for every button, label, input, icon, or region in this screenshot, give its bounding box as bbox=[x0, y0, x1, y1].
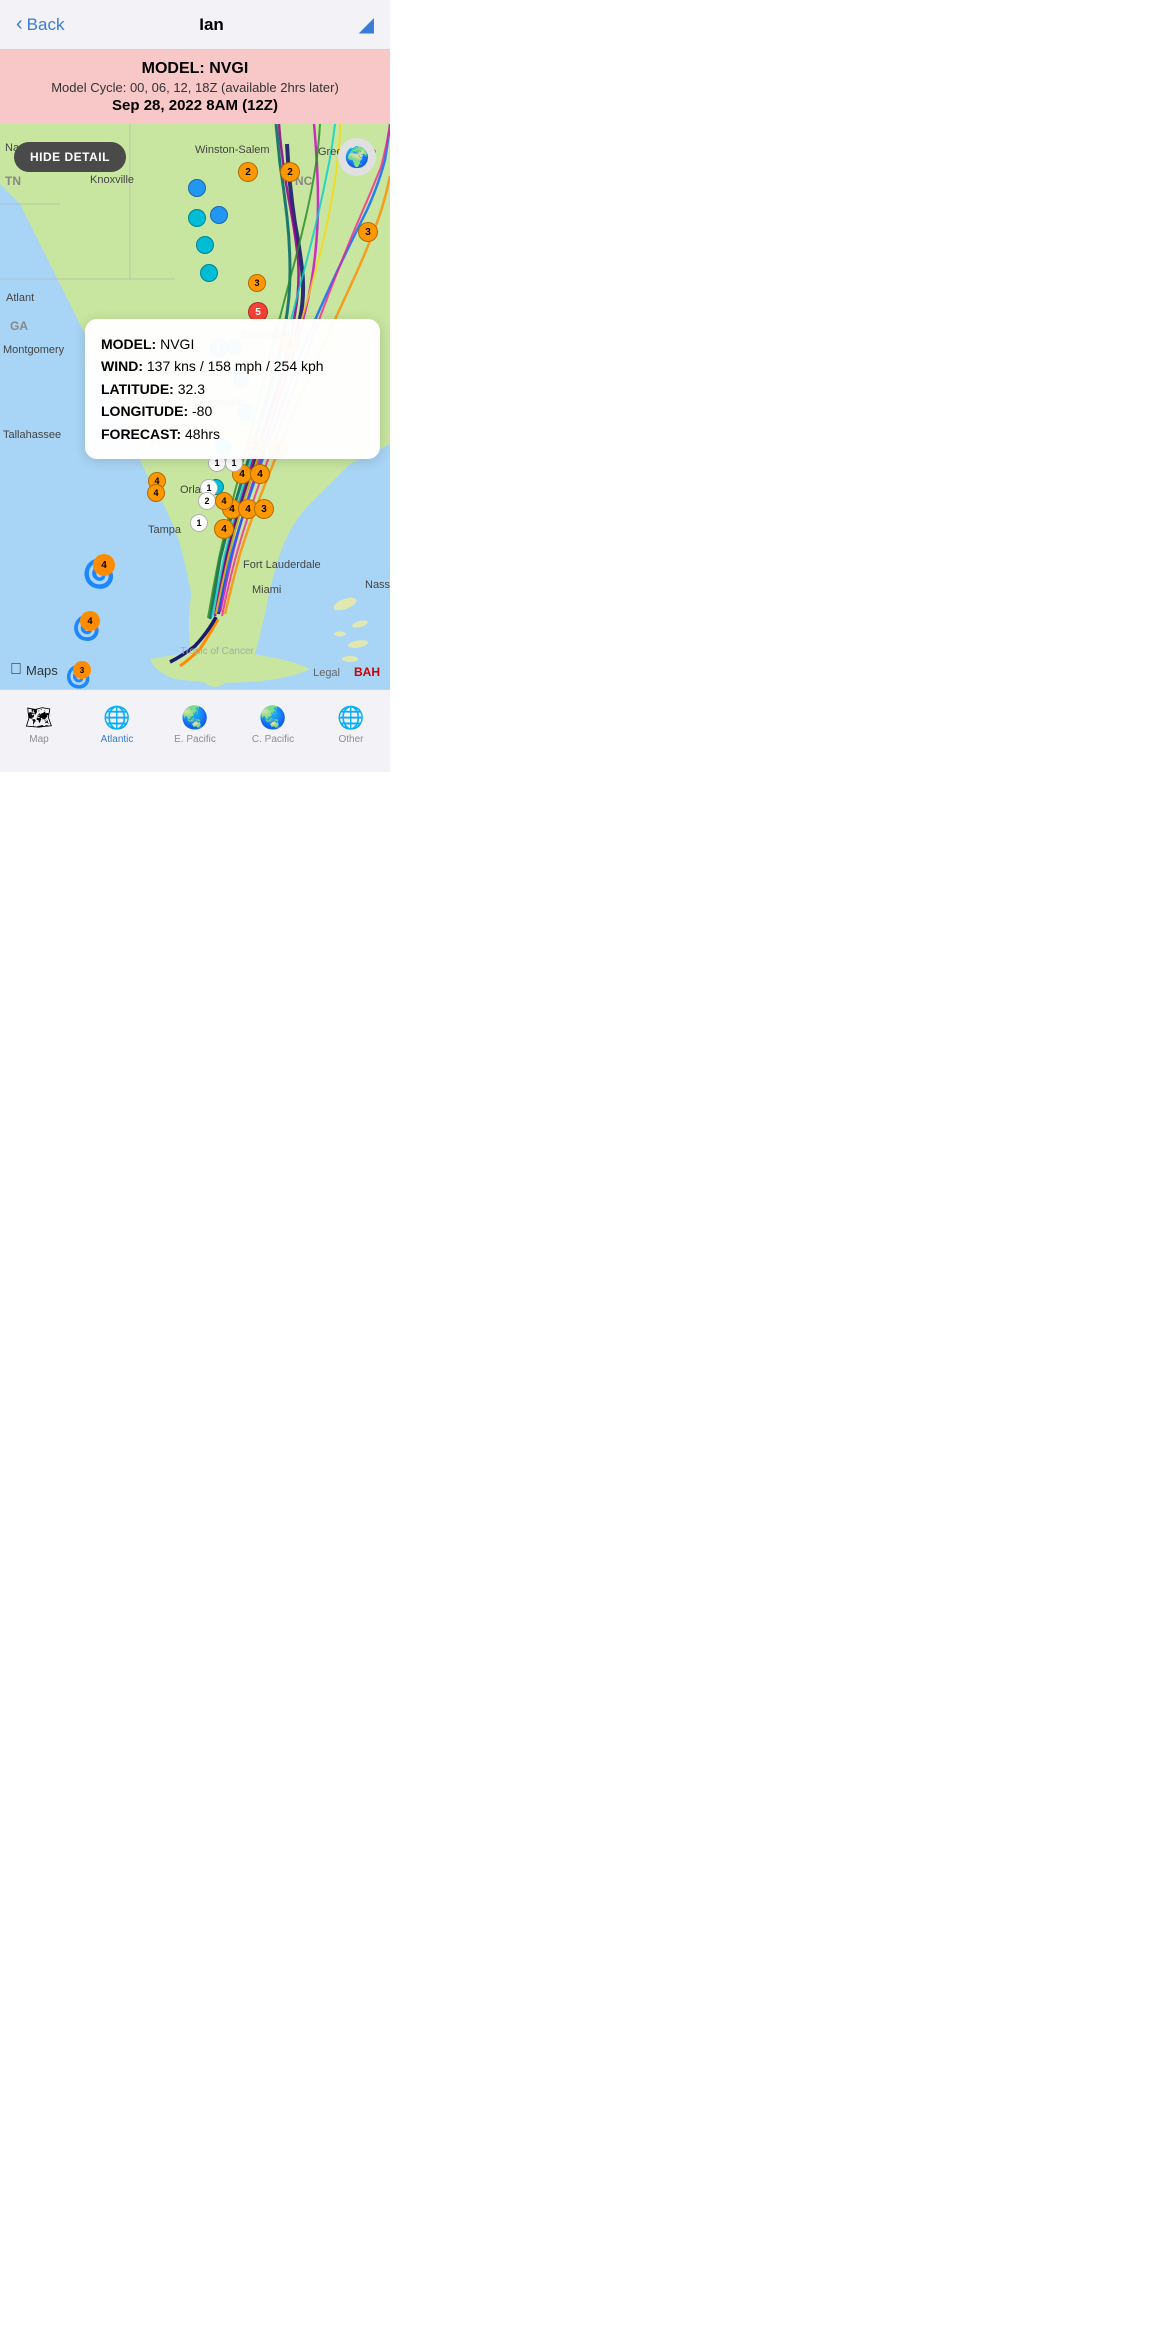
tab-other-label: Other bbox=[338, 734, 363, 745]
tab-cpacific-label: C. Pacific bbox=[252, 734, 294, 745]
info-popup: MODEL: NVGI WIND: 137 kns / 158 mph / 25… bbox=[85, 319, 380, 459]
tallahassee-label: Tallahassee bbox=[3, 429, 61, 441]
storm-marker[interactable] bbox=[200, 264, 218, 282]
hurricane-cat-4b[interactable]: 4 bbox=[80, 611, 100, 631]
marker-w2[interactable]: 2 bbox=[198, 492, 216, 510]
storm-marker-cat4b[interactable]: 4 bbox=[250, 464, 270, 484]
ga-label: GA bbox=[10, 319, 28, 333]
atlanta-label: Atlant bbox=[6, 292, 34, 304]
storm-marker-cat3[interactable]: 3 bbox=[358, 222, 378, 242]
storm-marker-blue2[interactable] bbox=[210, 206, 228, 224]
montgomery-label: Montgomery bbox=[3, 344, 64, 356]
winston-salem-label: Winston-Salem bbox=[195, 144, 270, 156]
marker-cat4-fl2[interactable]: 4 bbox=[147, 484, 165, 502]
back-button[interactable]: ‹ Back bbox=[16, 13, 64, 36]
maps-label: Maps bbox=[26, 663, 58, 678]
storm-marker-blue[interactable] bbox=[188, 179, 206, 197]
tab-atlantic-label: Atlantic bbox=[101, 734, 134, 745]
hurricane-cat-4[interactable]: 4 bbox=[93, 554, 115, 576]
apple-maps-logo:  Maps bbox=[10, 661, 58, 679]
popup-wind-value: 137 kns / 158 mph / 254 kph bbox=[147, 358, 324, 374]
globe-button[interactable]: 🌍 bbox=[338, 138, 376, 176]
storm-marker-cat4e[interactable]: 4 bbox=[214, 519, 234, 539]
filter-icon[interactable]: ◢ bbox=[359, 12, 374, 37]
atlantic-globe-icon: 🌐 bbox=[103, 705, 130, 731]
map-container[interactable]: Nashville Knoxville Winston-Salem Greens… bbox=[0, 124, 390, 689]
popup-latitude-value: 32.3 bbox=[178, 381, 205, 397]
legal-link[interactable]: Legal bbox=[313, 667, 340, 679]
storm-marker[interactable] bbox=[196, 236, 214, 254]
info-header: MODEL: NVGI Model Cycle: 00, 06, 12, 18Z… bbox=[0, 50, 390, 124]
marker-w1d[interactable]: 1 bbox=[190, 514, 208, 532]
tab-map-label: Map bbox=[29, 734, 48, 745]
storm-marker-cat2[interactable]: 2 bbox=[238, 162, 258, 182]
apple-logo-icon:  bbox=[10, 661, 22, 679]
knoxville-label: Knoxville bbox=[90, 174, 134, 186]
storm-marker[interactable] bbox=[188, 209, 206, 227]
tn-label: TN bbox=[5, 174, 21, 188]
hide-detail-button[interactable]: HIDE DETAIL bbox=[14, 142, 126, 172]
tab-other[interactable]: 🌐 Other bbox=[312, 690, 390, 752]
back-label: Back bbox=[27, 15, 65, 35]
hurricane-cat-3[interactable]: 3 bbox=[73, 661, 91, 679]
storm-marker-cat3d[interactable]: 3 bbox=[254, 499, 274, 519]
cpacific-globe-icon: 🌏 bbox=[259, 705, 286, 731]
globe-icon: 🌍 bbox=[345, 145, 370, 170]
model-cycle: Model Cycle: 00, 06, 12, 18Z (available … bbox=[16, 80, 374, 95]
popup-wind-label: WIND: bbox=[101, 358, 143, 374]
marker-small-3[interactable]: 3 bbox=[248, 274, 266, 292]
tab-epacific[interactable]: 🌏 E. Pacific bbox=[156, 690, 234, 752]
map-icon: 🗺 bbox=[25, 705, 53, 731]
marker-o4[interactable]: 4 bbox=[215, 492, 233, 510]
navigation-bar: ‹ Back Ian ◢ bbox=[0, 0, 390, 50]
fort-lauderdale-label: Fort Lauderdale bbox=[243, 559, 321, 571]
bah-label: BAH bbox=[354, 665, 380, 679]
popup-model-value: NVGI bbox=[160, 336, 194, 352]
popup-longitude-value: -80 bbox=[192, 403, 212, 419]
page-title: Ian bbox=[199, 15, 224, 35]
tab-map[interactable]: 🗺 Map bbox=[0, 690, 78, 752]
popup-forecast-value: 48hrs bbox=[185, 426, 220, 442]
tab-bar: 🗺 Map 🌐 Atlantic 🌏 E. Pacific 🌏 C. Pacif… bbox=[0, 689, 390, 772]
miami-label: Miami bbox=[252, 584, 281, 596]
storm-marker-cat2b[interactable]: 2 bbox=[280, 162, 300, 182]
popup-forecast-label: FORECAST: bbox=[101, 426, 181, 442]
model-title: MODEL: NVGI bbox=[16, 60, 374, 78]
popup-model-label: MODEL: bbox=[101, 336, 156, 352]
tropic-of-cancer-label: Tropic of Cancer bbox=[180, 646, 254, 657]
back-chevron-icon: ‹ bbox=[16, 13, 23, 36]
popup-latitude-label: LATITUDE: bbox=[101, 381, 174, 397]
tab-atlantic[interactable]: 🌐 Atlantic bbox=[78, 690, 156, 752]
tab-cpacific[interactable]: 🌏 C. Pacific bbox=[234, 690, 312, 752]
popup-longitude-label: LONGITUDE: bbox=[101, 403, 188, 419]
nassau-label: Nass bbox=[365, 579, 390, 591]
model-date: Sep 28, 2022 8AM (12Z) bbox=[16, 97, 374, 114]
epacific-globe-icon: 🌏 bbox=[181, 705, 208, 731]
tampa-label: Tampa bbox=[148, 524, 181, 536]
tab-epacific-label: E. Pacific bbox=[174, 734, 216, 745]
other-globe-icon: 🌐 bbox=[337, 705, 364, 731]
